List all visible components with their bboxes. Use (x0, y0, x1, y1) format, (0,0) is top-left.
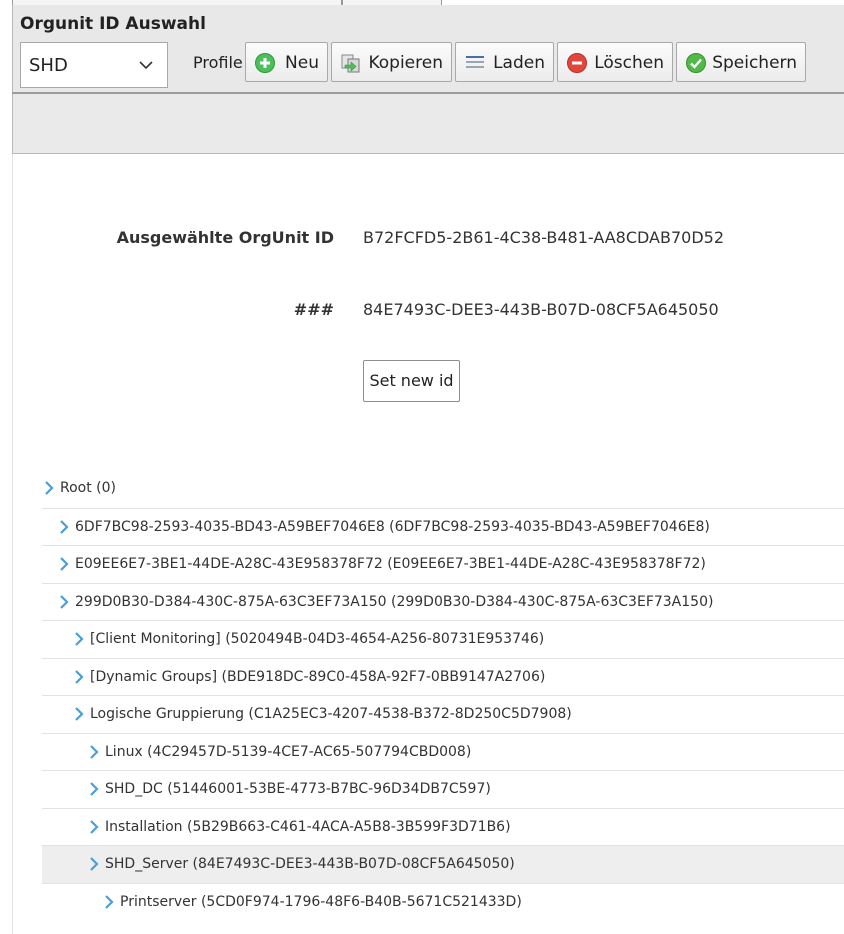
tree-node[interactable]: SHD_DC (51446001-53BE-4773-B7BC-96D34DB7… (42, 770, 844, 808)
add-icon (255, 53, 275, 73)
delete-button-label: Löschen (594, 53, 664, 73)
profile-select[interactable]: SHD (20, 42, 168, 88)
chevron-right-icon[interactable] (89, 744, 99, 759)
tree-node-label: 299D0B30-D384-430C-875A-63C3EF73A150 (29… (75, 593, 714, 610)
tree-node[interactable]: [Client Monitoring] (5020494B-04D3-4654-… (42, 620, 844, 658)
tree-node-label: SHD_DC (51446001-53BE-4773-B7BC-96D34DB7… (105, 781, 491, 797)
chevron-down-icon (139, 61, 153, 70)
delete-button[interactable]: Löschen (557, 42, 673, 82)
tree-node[interactable]: Root (0) (42, 470, 844, 507)
chevron-right-icon[interactable] (89, 782, 99, 796)
new-button-label: Neu (285, 53, 319, 73)
copy-button-label: Kopieren (368, 53, 443, 73)
chevron-right-icon[interactable] (74, 632, 84, 646)
content-left-border (12, 154, 13, 934)
set-new-id-button[interactable]: Set new id (363, 360, 460, 402)
tree-node-label: [Dynamic Groups] (BDE918DC-89C0-458A-92F… (90, 668, 546, 685)
delete-icon (567, 53, 587, 73)
profile-select-value: SHD (29, 55, 68, 76)
chevron-right-icon[interactable] (59, 594, 69, 609)
empty-toolbar-strip (12, 94, 844, 154)
toolbar-header: Orgunit ID Auswahl SHD Profile Neu Kopie… (12, 5, 844, 92)
tree-node[interactable]: [Dynamic Groups] (BDE918DC-89C0-458A-92F… (42, 657, 844, 696)
tree-node[interactable]: Linux (4C29457D-5139-4CE7-AC65-507794CBD… (42, 732, 844, 771)
chevron-right-icon[interactable] (104, 894, 114, 909)
load-button[interactable]: Laden (455, 42, 554, 82)
list-icon (466, 56, 484, 68)
selected-orgunit-value: B72FCFD5-2B61-4C38-B481-AA8CDAB70D52 (363, 228, 725, 247)
tree-node[interactable]: 299D0B30-D384-430C-875A-63C3EF73A150 (29… (42, 582, 844, 621)
hash-label: ### (293, 300, 334, 319)
save-button-label: Speichern (712, 53, 797, 73)
load-button-label: Laden (493, 53, 545, 73)
copy-button[interactable]: Kopieren (331, 42, 452, 82)
tree-node-label: E09EE6E7-3BE1-44DE-A28C-43E958378F72 (E0… (75, 556, 706, 572)
tree-node[interactable]: SHD_Server (84E7493C-DEE3-443B-B07D-08CF… (42, 845, 844, 883)
chevron-right-icon[interactable] (89, 819, 99, 834)
tree-node-label: Logische Gruppierung (C1A25EC3-4207-4538… (90, 706, 572, 722)
chevron-right-icon[interactable] (59, 557, 69, 571)
tree-node[interactable]: Printserver (5CD0F974-1796-48F6-B40B-567… (42, 882, 844, 921)
tree-node-label: SHD_Server (84E7493C-DEE3-443B-B07D-08CF… (105, 856, 515, 872)
profile-label: Profile (193, 53, 243, 72)
tree-node[interactable]: E09EE6E7-3BE1-44DE-A28C-43E958378F72 (E0… (42, 545, 844, 583)
tree-node[interactable]: 6DF7BC98-2593-4035-BD43-A59BEF7046E8 (6D… (42, 507, 844, 546)
page-title: Orgunit ID Auswahl (20, 14, 206, 34)
copy-icon (341, 54, 360, 73)
chevron-right-icon[interactable] (74, 707, 84, 721)
tree-node-label: [Client Monitoring] (5020494B-04D3-4654-… (90, 631, 545, 647)
tree-node[interactable]: Logische Gruppierung (C1A25EC3-4207-4538… (42, 695, 844, 733)
check-icon (686, 53, 706, 73)
selected-orgunit-label: Ausgewählte OrgUnit ID (116, 228, 334, 247)
tree-node-label: Linux (4C29457D-5139-4CE7-AC65-507794CBD… (105, 743, 472, 760)
new-button[interactable]: Neu (245, 42, 328, 82)
chevron-right-icon[interactable] (59, 519, 69, 534)
chevron-right-icon[interactable] (74, 669, 84, 684)
save-button[interactable]: Speichern (676, 42, 806, 82)
tree-node-label: Root (0) (60, 480, 116, 496)
hash-value: 84E7493C-DEE3-443B-B07D-08CF5A645050 (363, 300, 719, 319)
tree-node-label: 6DF7BC98-2593-4035-BD43-A59BEF7046E8 (6D… (75, 518, 710, 535)
chevron-right-icon[interactable] (89, 857, 99, 871)
tree-node-label: Printserver (5CD0F974-1796-48F6-B40B-567… (120, 893, 522, 910)
tree-node[interactable]: Installation (5B29B663-C461-4ACA-A5B8-3B… (42, 807, 844, 846)
chevron-right-icon[interactable] (44, 481, 54, 495)
tree-node-label: Installation (5B29B663-C461-4ACA-A5B8-3B… (105, 818, 511, 835)
